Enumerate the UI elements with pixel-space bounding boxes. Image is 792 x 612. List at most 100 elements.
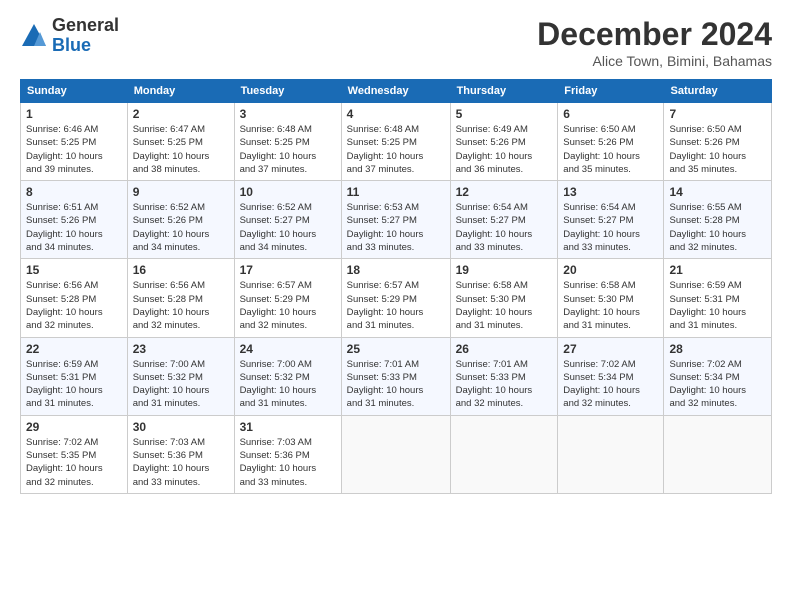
logo-blue: Blue xyxy=(52,36,119,56)
day-info: Sunrise: 6:59 AM Sunset: 5:31 PM Dayligh… xyxy=(669,279,766,332)
table-row: 13 Sunrise: 6:54 AM Sunset: 5:27 PM Dayli… xyxy=(558,181,664,259)
day-number: 18 xyxy=(347,263,445,277)
day-number: 26 xyxy=(456,342,553,356)
day-number: 21 xyxy=(669,263,766,277)
day-info: Sunrise: 6:53 AM Sunset: 5:27 PM Dayligh… xyxy=(347,201,445,254)
table-row: 25 Sunrise: 7:01 AM Sunset: 5:33 PM Dayli… xyxy=(341,337,450,415)
table-row: 30 Sunrise: 7:03 AM Sunset: 5:36 PM Dayli… xyxy=(127,415,234,493)
day-number: 3 xyxy=(240,107,336,121)
table-row: 3 Sunrise: 6:48 AM Sunset: 5:25 PM Daylig… xyxy=(234,103,341,181)
day-number: 27 xyxy=(563,342,658,356)
day-number: 23 xyxy=(133,342,229,356)
col-monday: Monday xyxy=(127,80,234,103)
day-number: 31 xyxy=(240,420,336,434)
day-number: 30 xyxy=(133,420,229,434)
calendar-week-4: 22 Sunrise: 6:59 AM Sunset: 5:31 PM Dayli… xyxy=(21,337,772,415)
day-info: Sunrise: 6:59 AM Sunset: 5:31 PM Dayligh… xyxy=(26,358,122,411)
table-row: 17 Sunrise: 6:57 AM Sunset: 5:29 PM Dayli… xyxy=(234,259,341,337)
day-info: Sunrise: 6:57 AM Sunset: 5:29 PM Dayligh… xyxy=(240,279,336,332)
table-row: 19 Sunrise: 6:58 AM Sunset: 5:30 PM Dayli… xyxy=(450,259,558,337)
day-number: 20 xyxy=(563,263,658,277)
day-number: 16 xyxy=(133,263,229,277)
table-row: 8Sunrise: 6:51 AM Sunset: 5:26 PM Daylig… xyxy=(21,181,128,259)
day-number: 8 xyxy=(26,185,122,199)
day-info: Sunrise: 6:54 AM Sunset: 5:27 PM Dayligh… xyxy=(563,201,658,254)
day-info: Sunrise: 7:01 AM Sunset: 5:33 PM Dayligh… xyxy=(347,358,445,411)
table-row: 29 Sunrise: 7:02 AM Sunset: 5:35 PM Dayli… xyxy=(21,415,128,493)
calendar-week-5: 29 Sunrise: 7:02 AM Sunset: 5:35 PM Dayli… xyxy=(21,415,772,493)
day-info: Sunrise: 6:49 AM Sunset: 5:26 PM Dayligh… xyxy=(456,123,553,176)
calendar-week-2: 8Sunrise: 6:51 AM Sunset: 5:26 PM Daylig… xyxy=(21,181,772,259)
col-thursday: Thursday xyxy=(450,80,558,103)
page: General Blue December 2024 Alice Town, B… xyxy=(0,0,792,612)
table-row: 20 Sunrise: 6:58 AM Sunset: 5:30 PM Dayli… xyxy=(558,259,664,337)
day-info: Sunrise: 6:55 AM Sunset: 5:28 PM Dayligh… xyxy=(669,201,766,254)
day-info: Sunrise: 7:03 AM Sunset: 5:36 PM Dayligh… xyxy=(240,436,336,489)
day-info: Sunrise: 6:57 AM Sunset: 5:29 PM Dayligh… xyxy=(347,279,445,332)
month-title: December 2024 xyxy=(537,16,772,53)
logo-icon xyxy=(20,22,48,50)
logo-general: General xyxy=(52,16,119,36)
table-row xyxy=(450,415,558,493)
table-row: 12Sunrise: 6:54 AM Sunset: 5:27 PM Dayli… xyxy=(450,181,558,259)
day-info: Sunrise: 7:02 AM Sunset: 5:34 PM Dayligh… xyxy=(669,358,766,411)
day-number: 19 xyxy=(456,263,553,277)
header: General Blue December 2024 Alice Town, B… xyxy=(20,16,772,69)
table-row: 11 Sunrise: 6:53 AM Sunset: 5:27 PM Dayli… xyxy=(341,181,450,259)
day-info: Sunrise: 6:58 AM Sunset: 5:30 PM Dayligh… xyxy=(563,279,658,332)
table-row xyxy=(341,415,450,493)
day-info: Sunrise: 7:02 AM Sunset: 5:35 PM Dayligh… xyxy=(26,436,122,489)
table-row: 18 Sunrise: 6:57 AM Sunset: 5:29 PM Dayli… xyxy=(341,259,450,337)
table-row: 6 Sunrise: 6:50 AM Sunset: 5:26 PM Daylig… xyxy=(558,103,664,181)
table-row xyxy=(664,415,772,493)
location: Alice Town, Bimini, Bahamas xyxy=(537,53,772,69)
table-row: 27Sunrise: 7:02 AM Sunset: 5:34 PM Dayli… xyxy=(558,337,664,415)
day-number: 14 xyxy=(669,185,766,199)
day-info: Sunrise: 6:56 AM Sunset: 5:28 PM Dayligh… xyxy=(133,279,229,332)
table-row: 1 Sunrise: 6:46 AM Sunset: 5:25 PM Daylig… xyxy=(21,103,128,181)
table-row: 26 Sunrise: 7:01 AM Sunset: 5:33 PM Dayli… xyxy=(450,337,558,415)
day-number: 25 xyxy=(347,342,445,356)
table-row: 28 Sunrise: 7:02 AM Sunset: 5:34 PM Dayli… xyxy=(664,337,772,415)
table-row: 24Sunrise: 7:00 AM Sunset: 5:32 PM Dayli… xyxy=(234,337,341,415)
table-row: 9 Sunrise: 6:52 AM Sunset: 5:26 PM Daylig… xyxy=(127,181,234,259)
day-number: 13 xyxy=(563,185,658,199)
table-row: 23 Sunrise: 7:00 AM Sunset: 5:32 PM Dayli… xyxy=(127,337,234,415)
table-row: 10 Sunrise: 6:52 AM Sunset: 5:27 PM Dayli… xyxy=(234,181,341,259)
day-info: Sunrise: 7:03 AM Sunset: 5:36 PM Dayligh… xyxy=(133,436,229,489)
day-info: Sunrise: 6:48 AM Sunset: 5:25 PM Dayligh… xyxy=(240,123,336,176)
table-row xyxy=(558,415,664,493)
day-info: Sunrise: 6:47 AM Sunset: 5:25 PM Dayligh… xyxy=(133,123,229,176)
calendar-table: Sunday Monday Tuesday Wednesday Thursday… xyxy=(20,79,772,494)
day-info: Sunrise: 6:58 AM Sunset: 5:30 PM Dayligh… xyxy=(456,279,553,332)
table-row: 2Sunrise: 6:47 AM Sunset: 5:25 PM Daylig… xyxy=(127,103,234,181)
day-number: 24 xyxy=(240,342,336,356)
table-row: 22 Sunrise: 6:59 AM Sunset: 5:31 PM Dayli… xyxy=(21,337,128,415)
table-row: 14 Sunrise: 6:55 AM Sunset: 5:28 PM Dayli… xyxy=(664,181,772,259)
day-number: 6 xyxy=(563,107,658,121)
day-number: 17 xyxy=(240,263,336,277)
day-number: 22 xyxy=(26,342,122,356)
day-number: 28 xyxy=(669,342,766,356)
table-row: 21 Sunrise: 6:59 AM Sunset: 5:31 PM Dayli… xyxy=(664,259,772,337)
day-info: Sunrise: 6:46 AM Sunset: 5:25 PM Dayligh… xyxy=(26,123,122,176)
day-number: 5 xyxy=(456,107,553,121)
day-info: Sunrise: 7:00 AM Sunset: 5:32 PM Dayligh… xyxy=(133,358,229,411)
day-info: Sunrise: 6:50 AM Sunset: 5:26 PM Dayligh… xyxy=(563,123,658,176)
table-row: 15Sunrise: 6:56 AM Sunset: 5:28 PM Dayli… xyxy=(21,259,128,337)
calendar-week-1: 1 Sunrise: 6:46 AM Sunset: 5:25 PM Daylig… xyxy=(21,103,772,181)
day-number: 9 xyxy=(133,185,229,199)
day-number: 29 xyxy=(26,420,122,434)
day-info: Sunrise: 6:48 AM Sunset: 5:25 PM Dayligh… xyxy=(347,123,445,176)
table-row: 5 Sunrise: 6:49 AM Sunset: 5:26 PM Daylig… xyxy=(450,103,558,181)
day-number: 10 xyxy=(240,185,336,199)
col-saturday: Saturday xyxy=(664,80,772,103)
day-info: Sunrise: 6:50 AM Sunset: 5:26 PM Dayligh… xyxy=(669,123,766,176)
day-number: 1 xyxy=(26,107,122,121)
day-info: Sunrise: 6:54 AM Sunset: 5:27 PM Dayligh… xyxy=(456,201,553,254)
day-info: Sunrise: 6:52 AM Sunset: 5:27 PM Dayligh… xyxy=(240,201,336,254)
day-number: 7 xyxy=(669,107,766,121)
day-info: Sunrise: 6:52 AM Sunset: 5:26 PM Dayligh… xyxy=(133,201,229,254)
day-number: 11 xyxy=(347,185,445,199)
day-info: Sunrise: 7:01 AM Sunset: 5:33 PM Dayligh… xyxy=(456,358,553,411)
